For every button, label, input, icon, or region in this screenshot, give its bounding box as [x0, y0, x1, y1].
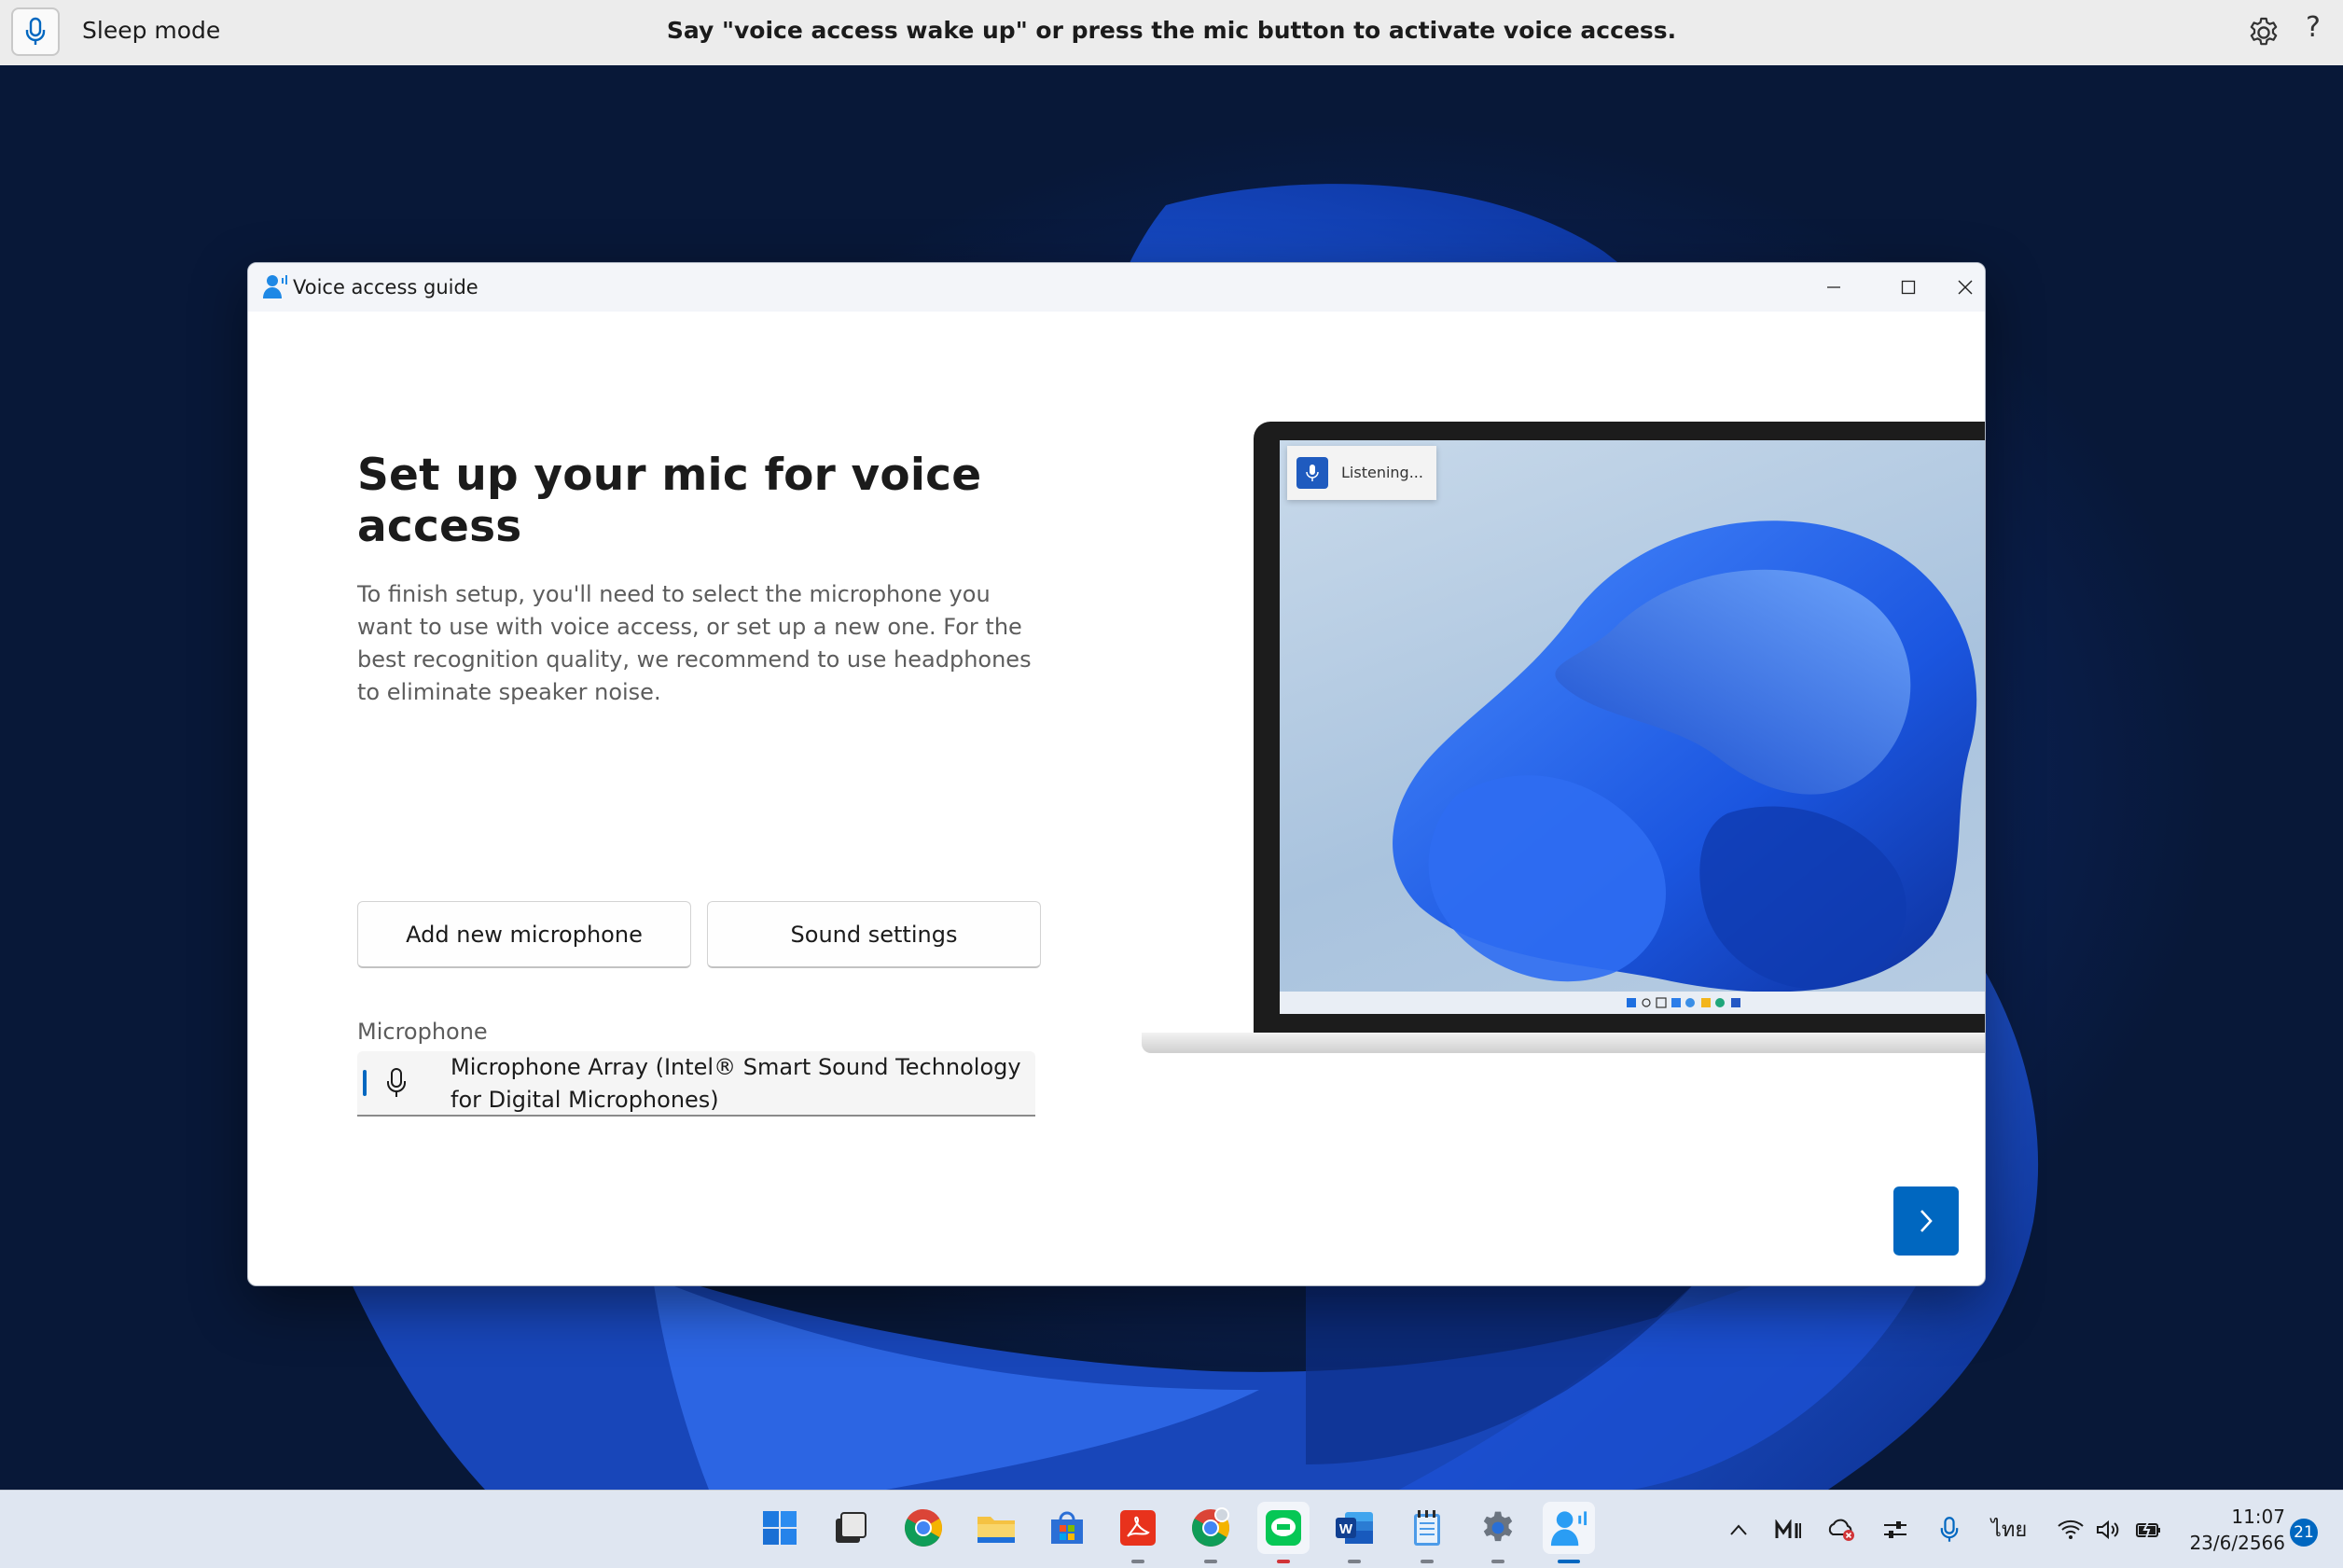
chevron-right-icon [1920, 1210, 1933, 1232]
microphone-select[interactable]: Microphone Array (Intel® Smart Sound Tec… [357, 1051, 1035, 1117]
line-app[interactable] [1257, 1502, 1310, 1563]
show-hidden-icons-button[interactable] [1722, 1491, 1755, 1568]
notification-badge[interactable]: 21 [2290, 1519, 2318, 1547]
taskbar: W ไทย 11:07 23/6/2566 21 [0, 1490, 2343, 1568]
chrome-app[interactable] [897, 1502, 950, 1554]
sliders-icon [1884, 1520, 1906, 1538]
running-indicator [1131, 1560, 1144, 1563]
close-button[interactable] [1946, 263, 1985, 312]
active-indicator [1558, 1560, 1580, 1563]
onedrive-status-button[interactable] [1823, 1491, 1860, 1568]
laptop-frame: Listening... [1254, 422, 1985, 1033]
microsoft-store-app[interactable] [1041, 1502, 1093, 1554]
tray-app-icon[interactable] [1770, 1491, 1808, 1568]
help-button[interactable]: ? [2306, 11, 2321, 44]
chrome-profile-app[interactable] [1185, 1502, 1237, 1563]
battery-button[interactable] [2130, 1491, 2168, 1568]
running-indicator [1204, 1560, 1217, 1563]
windows-logo-icon [763, 1511, 797, 1545]
illustration-taskbar [1280, 992, 1985, 1014]
gear-icon[interactable] [2246, 15, 2281, 50]
running-indicator [1421, 1560, 1434, 1563]
folder-icon [977, 1517, 1015, 1543]
next-button[interactable] [1893, 1186, 1959, 1256]
laptop-base [1142, 1033, 1985, 1053]
voice-access-hint: Say "voice access wake up" or press the … [666, 17, 1677, 44]
listening-mic-icon [1296, 457, 1328, 489]
add-new-microphone-button[interactable]: Add new microphone [357, 901, 691, 968]
input-language-button[interactable]: ไทย [1983, 1491, 2035, 1568]
window-title: Voice access guide [293, 276, 478, 298]
wifi-icon [2058, 1519, 2084, 1539]
task-view-icon [836, 1512, 866, 1543]
tray-microphone-button[interactable] [1931, 1491, 1968, 1568]
setup-panel: Set up your mic for voice access To fini… [357, 450, 1047, 1117]
wifi-button[interactable] [2052, 1491, 2089, 1568]
acrobat-app[interactable] [1112, 1502, 1164, 1563]
bloom-wallpaper-image [1393, 520, 1977, 992]
tray-settings-button[interactable] [1877, 1491, 1914, 1568]
line-icon [1266, 1510, 1301, 1546]
voice-access-guide-window: Voice access guide Set up your mic for v… [247, 262, 1986, 1286]
laptop-screen: Listening... [1280, 440, 1985, 1014]
word-icon: W [1336, 1512, 1373, 1544]
chevron-up-icon [1730, 1523, 1747, 1535]
chrome-icon [1192, 1507, 1229, 1547]
battery-charging-icon [2136, 1519, 2160, 1538]
svg-text:W: W [1339, 1521, 1353, 1537]
setup-description: To finish setup, you'll need to select t… [357, 581, 1032, 705]
task-view-button[interactable] [825, 1502, 877, 1554]
microphone-selected-value: Microphone Array (Intel® Smart Sound Tec… [451, 1054, 1021, 1113]
clock-time: 11:07 [2231, 1506, 2285, 1528]
running-indicator [1277, 1560, 1290, 1563]
acrobat-icon [1120, 1510, 1156, 1546]
cloud-error-icon [1828, 1519, 1854, 1541]
word-app[interactable]: W [1328, 1502, 1380, 1563]
notepad-icon [1414, 1510, 1440, 1546]
mi-logo-icon [1775, 1519, 1801, 1538]
running-indicator [1491, 1560, 1504, 1563]
maximize-icon [1901, 280, 1916, 295]
running-indicator [1348, 1560, 1361, 1563]
microphone-icon [1940, 1516, 1959, 1542]
volume-button[interactable] [2091, 1491, 2125, 1568]
voice-access-app-icon [263, 275, 287, 298]
voice-access-app[interactable] [1543, 1502, 1595, 1563]
start-button[interactable] [754, 1502, 806, 1554]
clock-date: 23/6/2566 [2189, 1532, 2285, 1554]
microphone-label: Microphone [357, 1019, 488, 1045]
laptop-illustration: Listening... [1142, 422, 1985, 1056]
close-icon [1958, 280, 1973, 295]
page-title: Set up your mic for voice access [357, 450, 982, 552]
maximize-button[interactable] [1871, 263, 1946, 312]
minimize-icon [1827, 286, 1840, 288]
chrome-icon [905, 1509, 942, 1547]
listening-indicator: Listening... [1287, 446, 1436, 500]
voice-access-icon [1550, 1511, 1587, 1547]
settings-app[interactable] [1472, 1502, 1524, 1563]
selection-indicator [363, 1070, 367, 1096]
listening-text: Listening... [1341, 464, 1423, 481]
settings-gear-icon [1483, 1511, 1513, 1542]
window-titlebar: Voice access guide [248, 263, 1985, 312]
speaker-icon [2097, 1519, 2119, 1539]
sound-settings-button[interactable]: Sound settings [707, 901, 1041, 968]
voice-access-bar: Sleep mode Say "voice access wake up" or… [0, 0, 2343, 66]
microphone-icon [387, 1068, 406, 1097]
store-icon [1051, 1511, 1083, 1544]
file-explorer-app[interactable] [970, 1502, 1022, 1554]
notepad-app[interactable] [1401, 1502, 1453, 1563]
minimize-button[interactable] [1796, 263, 1871, 312]
clock[interactable]: 11:07 23/6/2566 [2183, 1504, 2285, 1556]
